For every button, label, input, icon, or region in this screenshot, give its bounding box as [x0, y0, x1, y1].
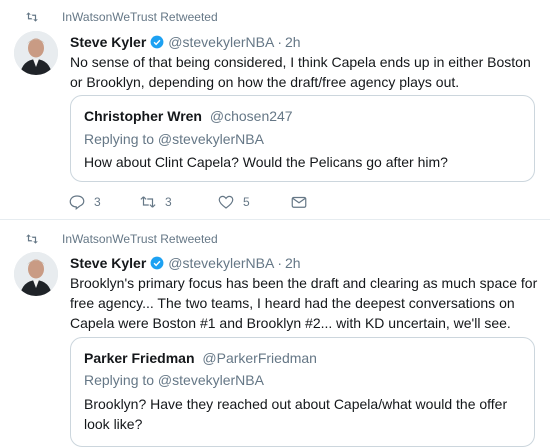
quoted-author-name: Parker Friedman	[84, 350, 195, 366]
direct-message-button[interactable]	[290, 193, 308, 211]
quoted-text: How about Clint Capela? Would the Pelica…	[84, 154, 448, 170]
quoted-text: Brooklyn? Have they reached out about Ca…	[84, 396, 508, 432]
quoted-header: Parker Friedman @ParkerFriedman	[84, 350, 317, 366]
separator: ·	[277, 255, 282, 271]
avatar[interactable]	[14, 252, 58, 296]
retweet-icon	[140, 196, 156, 208]
quoted-author-name: Christopher Wren	[84, 108, 202, 124]
tweet-actions: 3 3 5	[68, 193, 368, 213]
tweet[interactable]: InWatsonWeTrust Retweeted Steve Kyler @s…	[0, 222, 550, 447]
avatar[interactable]	[14, 31, 58, 75]
replying-to: Replying to @stevekylerNBA	[84, 372, 264, 388]
quoted-header: Christopher Wren @chosen247	[84, 108, 293, 124]
tweet-header: Steve Kyler @stevekylerNBA · 2h	[70, 34, 301, 50]
timestamp[interactable]: 2h	[285, 255, 301, 271]
retweet-context: InWatsonWeTrust Retweeted	[17, 232, 218, 246]
verified-badge-icon	[150, 256, 164, 270]
author-name[interactable]: Steve Kyler	[70, 255, 146, 271]
reply-icon	[69, 195, 85, 210]
quoted-tweet[interactable]: Parker Friedman @ParkerFriedman Replying…	[70, 337, 535, 447]
retweet-count: 3	[165, 195, 172, 209]
retweet-icon	[26, 234, 38, 244]
author-name[interactable]: Steve Kyler	[70, 34, 146, 50]
reply-button[interactable]: 3	[68, 193, 101, 211]
tweet[interactable]: InWatsonWeTrust Retweeted Steve Kyler @s…	[0, 0, 550, 219]
verified-badge-icon	[150, 35, 164, 49]
retweet-context: InWatsonWeTrust Retweeted	[17, 10, 218, 24]
like-count: 5	[243, 195, 250, 209]
quoted-author-handle: @chosen247	[209, 108, 293, 124]
retweet-context-label: InWatsonWeTrust Retweeted	[62, 10, 218, 24]
retweet-button[interactable]: 3	[139, 193, 172, 211]
message-icon	[291, 196, 307, 208]
separator: ·	[277, 34, 282, 50]
author-handle[interactable]: @stevekylerNBA	[168, 255, 274, 271]
quoted-tweet[interactable]: Christopher Wren @chosen247 Replying to …	[70, 95, 535, 182]
reply-count: 3	[94, 195, 101, 209]
tweet-header: Steve Kyler @stevekylerNBA · 2h	[70, 255, 301, 271]
like-button[interactable]: 5	[217, 193, 250, 211]
tweet-divider	[0, 219, 550, 220]
retweet-context-label: InWatsonWeTrust Retweeted	[62, 232, 218, 246]
like-icon	[218, 195, 234, 209]
timestamp[interactable]: 2h	[285, 34, 301, 50]
replying-to: Replying to @stevekylerNBA	[84, 131, 264, 147]
quoted-author-handle: @ParkerFriedman	[202, 350, 317, 366]
author-handle[interactable]: @stevekylerNBA	[168, 34, 274, 50]
tweet-text: Brooklyn's primary focus has been the dr…	[70, 275, 538, 331]
tweet-text: No sense of that being considered, I thi…	[70, 54, 531, 90]
retweet-icon	[26, 12, 38, 22]
